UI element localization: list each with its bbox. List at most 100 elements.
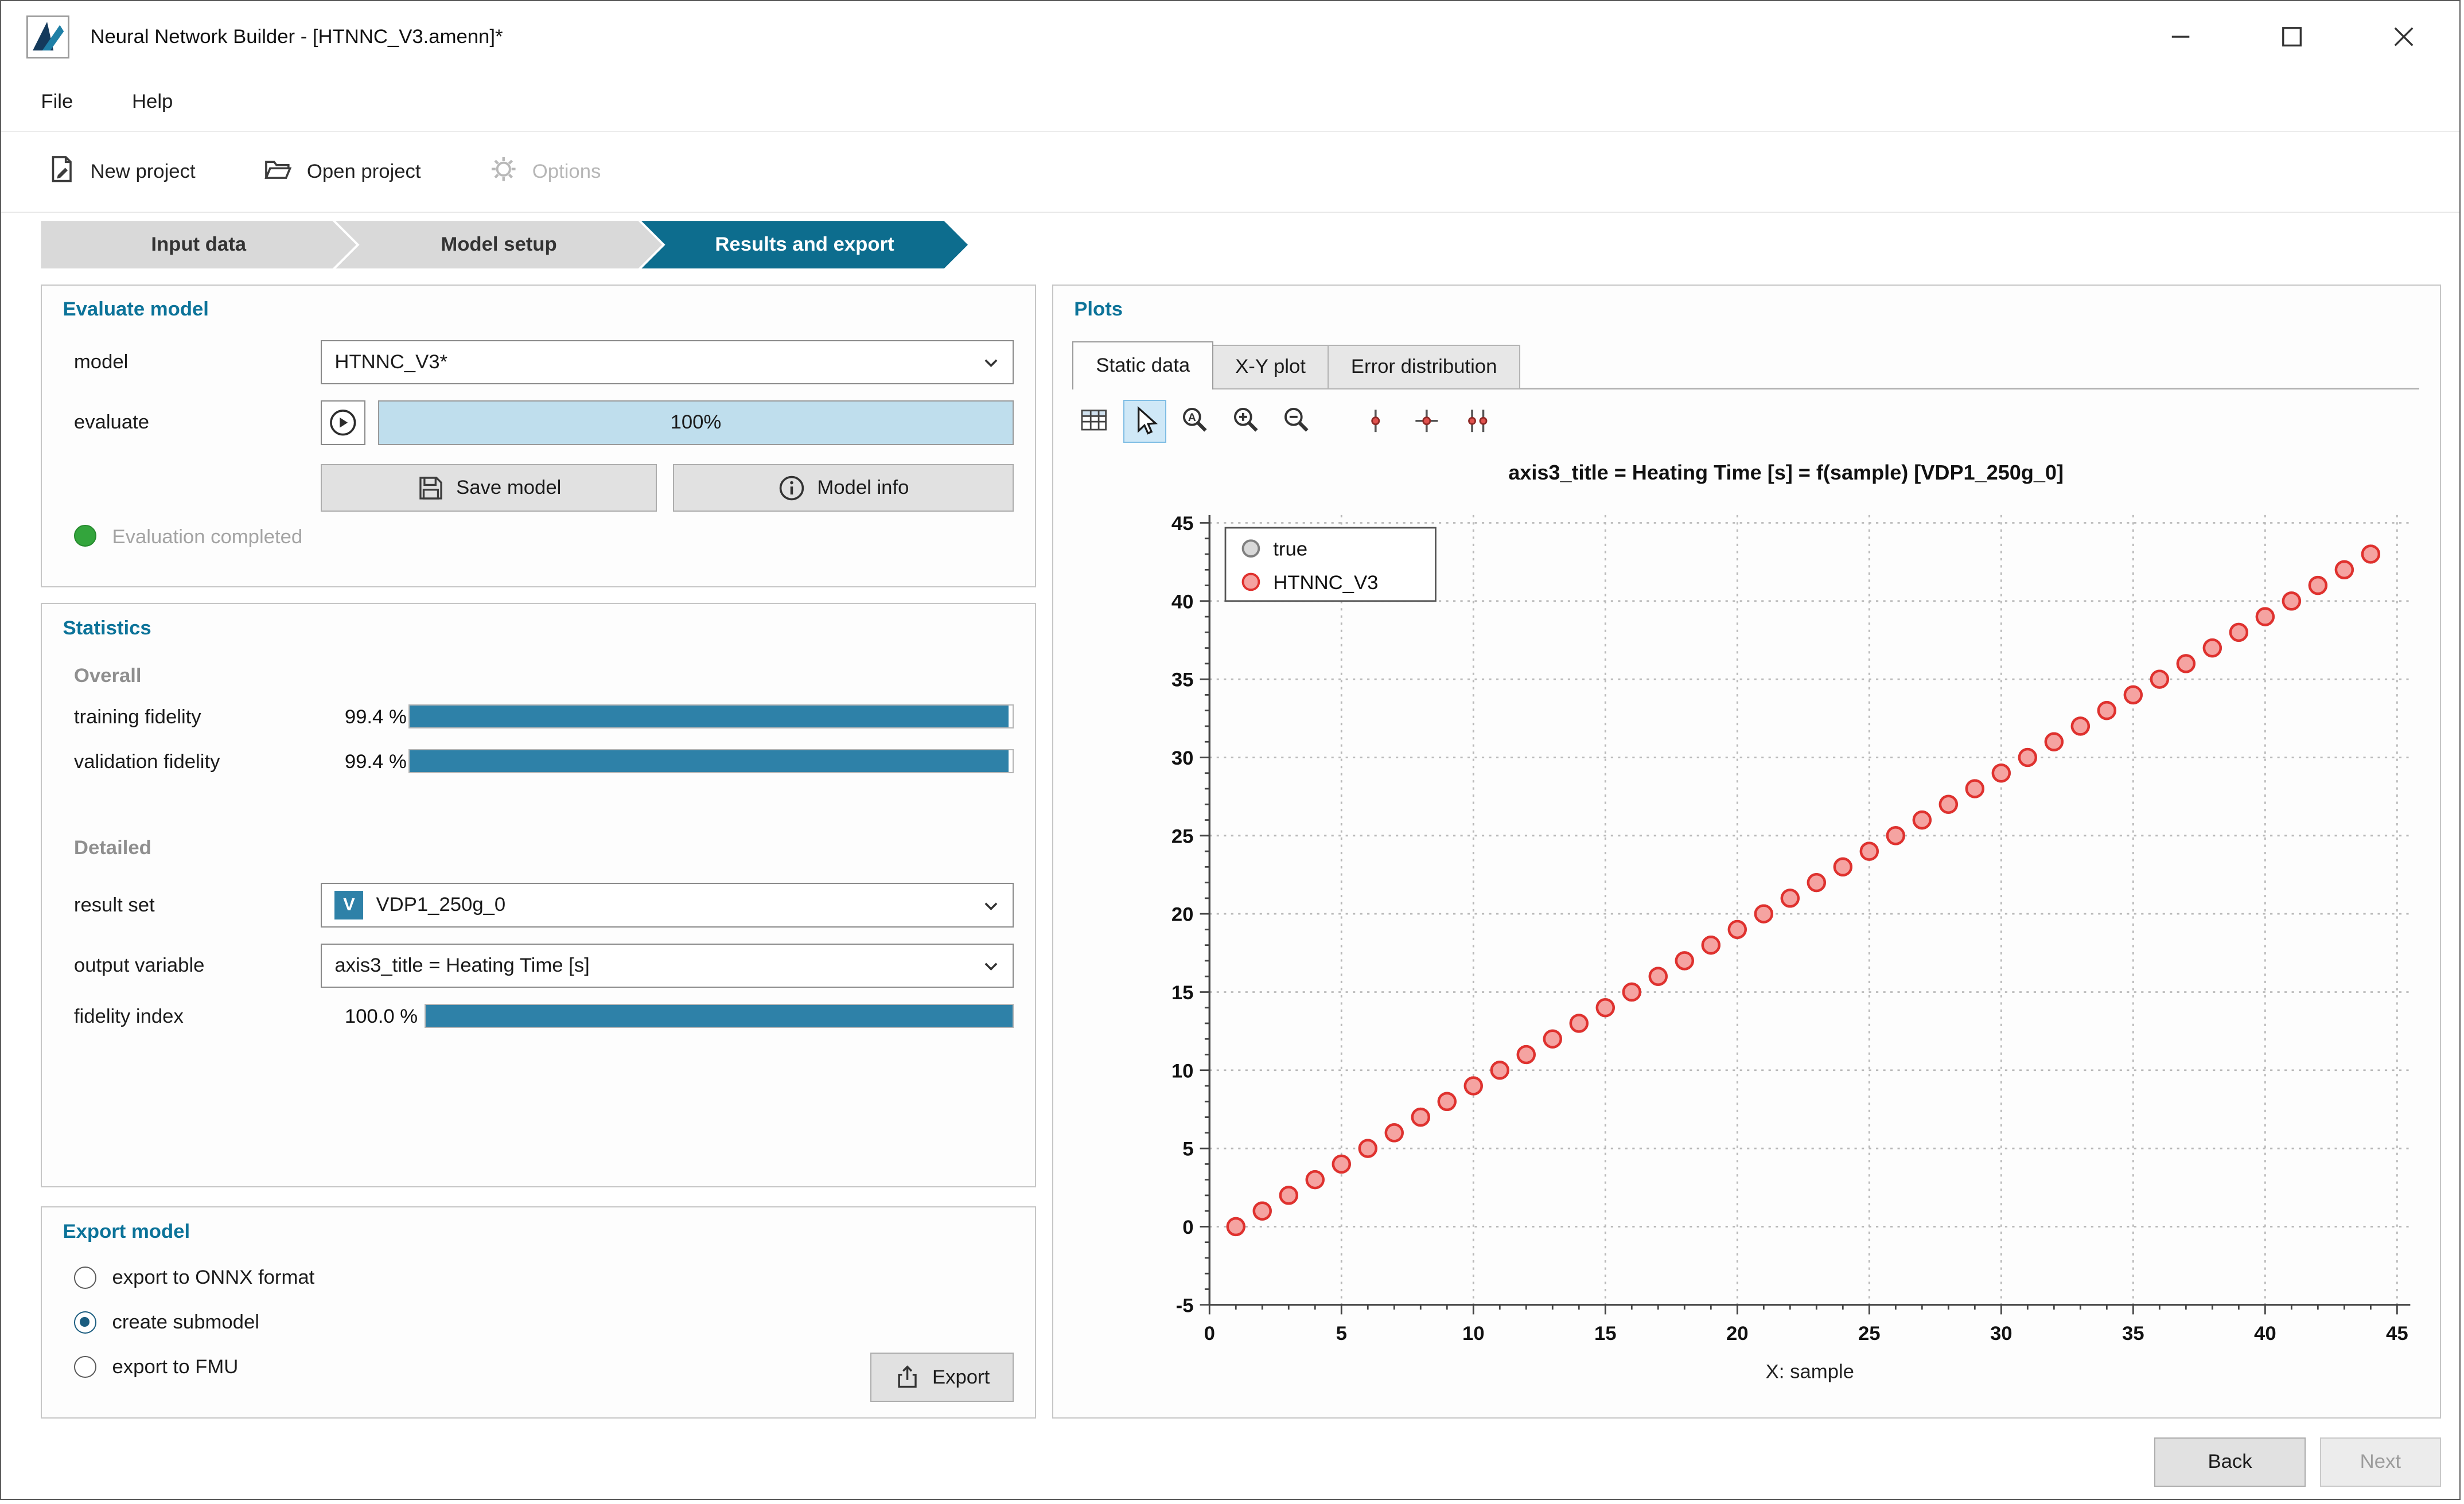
new-project-label: New project <box>90 161 195 183</box>
svg-text:20: 20 <box>1171 904 1194 926</box>
detailed-heading: Detailed <box>74 837 151 859</box>
statistics-section: Statistics Overall training fidelity 99.… <box>41 603 1036 1187</box>
export-model-section: Export model export to ONNX format creat… <box>41 1206 1036 1418</box>
cursor-probe-tool-button[interactable] <box>1354 400 1398 443</box>
svg-text:15: 15 <box>1594 1323 1617 1345</box>
training-fidelity-bar <box>408 704 1014 728</box>
evaluate-progress-bar: 100% <box>378 400 1014 445</box>
step-label: Input data <box>151 233 246 256</box>
svg-text:20: 20 <box>1726 1323 1749 1345</box>
window-controls <box>2125 1 2459 73</box>
play-icon <box>327 407 359 439</box>
model-select-value: HTNNC_V3* <box>334 351 447 373</box>
svg-text:X: sample: X: sample <box>1766 1361 1854 1382</box>
run-evaluate-button[interactable] <box>321 400 365 445</box>
back-button[interactable]: Back <box>2154 1437 2306 1487</box>
radio-export-onnx[interactable]: export to ONNX format <box>74 1265 314 1290</box>
new-project-button[interactable]: New project <box>46 153 196 190</box>
validation-fidelity-label: validation fidelity <box>74 751 220 773</box>
svg-text:0: 0 <box>1182 1217 1193 1238</box>
step-results-export[interactable]: Results and export <box>641 221 968 268</box>
crosshair-icon <box>1411 405 1443 437</box>
tab-label: Error distribution <box>1351 356 1497 378</box>
plots-section-title: Plots <box>1074 298 1123 321</box>
result-set-select[interactable]: V VDP1_250g_0 <box>321 883 1014 928</box>
save-model-label: Save model <box>456 477 561 499</box>
training-fidelity-value: 99.4 % <box>345 706 407 728</box>
menu-help[interactable]: Help <box>132 91 173 113</box>
fidelity-index-bar <box>425 1004 1014 1028</box>
menu-bar: File Help <box>1 73 2459 132</box>
open-project-button[interactable]: Open project <box>262 153 421 190</box>
export-button[interactable]: Export <box>870 1353 1014 1402</box>
step-input-data[interactable]: Input data <box>41 221 356 268</box>
dual-cursor-tool-button[interactable] <box>1456 400 1499 443</box>
bar-fill <box>410 750 1009 772</box>
evaluate-section-title: Evaluate model <box>63 298 208 321</box>
svg-text:10: 10 <box>1462 1323 1485 1345</box>
options-label: Options <box>532 161 601 183</box>
table-icon <box>1078 405 1110 437</box>
window-title: Neural Network Builder - [HTNNC_V3.amenn… <box>90 26 503 48</box>
gear-icon <box>488 153 520 190</box>
plot-canvas[interactable]: 051015202530354045-5051015202530354045tr… <box>1133 493 2439 1400</box>
title-bar: Neural Network Builder - [HTNNC_V3.amenn… <box>1 1 2459 73</box>
open-folder-icon <box>262 153 294 190</box>
svg-text:5: 5 <box>1182 1139 1193 1160</box>
zoom-in-icon <box>1231 405 1263 437</box>
data-table-tool-button[interactable] <box>1072 400 1115 443</box>
overall-heading: Overall <box>74 665 142 687</box>
tab-label: Static data <box>1096 354 1190 377</box>
step-model-setup[interactable]: Model setup <box>336 221 662 268</box>
evaluate-label: evaluate <box>74 411 149 434</box>
validation-fidelity-bar <box>408 749 1014 773</box>
fidelity-index-value: 100.0 % <box>345 1006 418 1028</box>
statistics-section-title: Statistics <box>63 617 151 640</box>
model-select[interactable]: HTNNC_V3* <box>321 340 1014 385</box>
model-info-button[interactable]: Model info <box>673 464 1014 512</box>
svg-text:5: 5 <box>1336 1323 1347 1345</box>
model-info-label: Model info <box>817 477 909 499</box>
radio-create-submodel[interactable]: create submodel <box>74 1310 259 1335</box>
open-project-label: Open project <box>307 161 421 183</box>
radio-label: export to FMU <box>112 1356 239 1378</box>
svg-text:25: 25 <box>1858 1323 1881 1345</box>
radio-icon <box>74 1356 96 1378</box>
tab-label: X-Y plot <box>1235 356 1306 378</box>
tab-error-distribution[interactable]: Error distribution <box>1328 345 1520 389</box>
chevron-down-icon <box>984 902 998 911</box>
probe-icon <box>1360 405 1392 437</box>
menu-file[interactable]: File <box>41 91 73 113</box>
tab-xy-plot[interactable]: X-Y plot <box>1212 345 1329 389</box>
dual-probe-icon <box>1462 405 1494 437</box>
svg-text:35: 35 <box>1171 669 1194 691</box>
result-set-value: VDP1_250g_0 <box>376 894 506 916</box>
minimize-button[interactable] <box>2125 1 2236 73</box>
status-dot <box>74 525 96 547</box>
output-variable-select[interactable]: axis3_title = Heating Time [s] <box>321 944 1014 988</box>
tab-static-data[interactable]: Static data <box>1072 341 1213 389</box>
cursor-icon <box>1129 405 1161 437</box>
svg-text:-5: -5 <box>1176 1295 1194 1316</box>
radio-icon <box>74 1267 96 1289</box>
zoom-fit-tool-button[interactable]: A <box>1174 400 1217 443</box>
svg-text:30: 30 <box>1990 1323 2013 1345</box>
radio-export-fmu[interactable]: export to FMU <box>74 1354 238 1380</box>
select-tool-button[interactable] <box>1123 400 1166 443</box>
main-toolbar: New project Open project <box>1 132 2459 213</box>
options-button: Options <box>488 153 601 190</box>
next-button: Next <box>2320 1437 2441 1487</box>
training-fidelity-label: training fidelity <box>74 706 201 728</box>
close-button[interactable] <box>2348 1 2459 73</box>
save-model-button[interactable]: Save model <box>321 464 657 512</box>
svg-text:40: 40 <box>1171 591 1194 613</box>
svg-text:25: 25 <box>1171 825 1194 847</box>
info-icon <box>777 474 806 502</box>
maximize-button[interactable] <box>2236 1 2348 73</box>
app-window: Neural Network Builder - [HTNNC_V3.amenn… <box>0 0 2461 1500</box>
crosshair-tool-button[interactable] <box>1406 400 1449 443</box>
export-label: Export <box>932 1366 990 1389</box>
chart-title: axis3_title = Heating Time [s] = f(sampl… <box>1133 461 2439 485</box>
zoom-out-tool-button[interactable] <box>1276 400 1319 443</box>
zoom-in-tool-button[interactable] <box>1225 400 1268 443</box>
